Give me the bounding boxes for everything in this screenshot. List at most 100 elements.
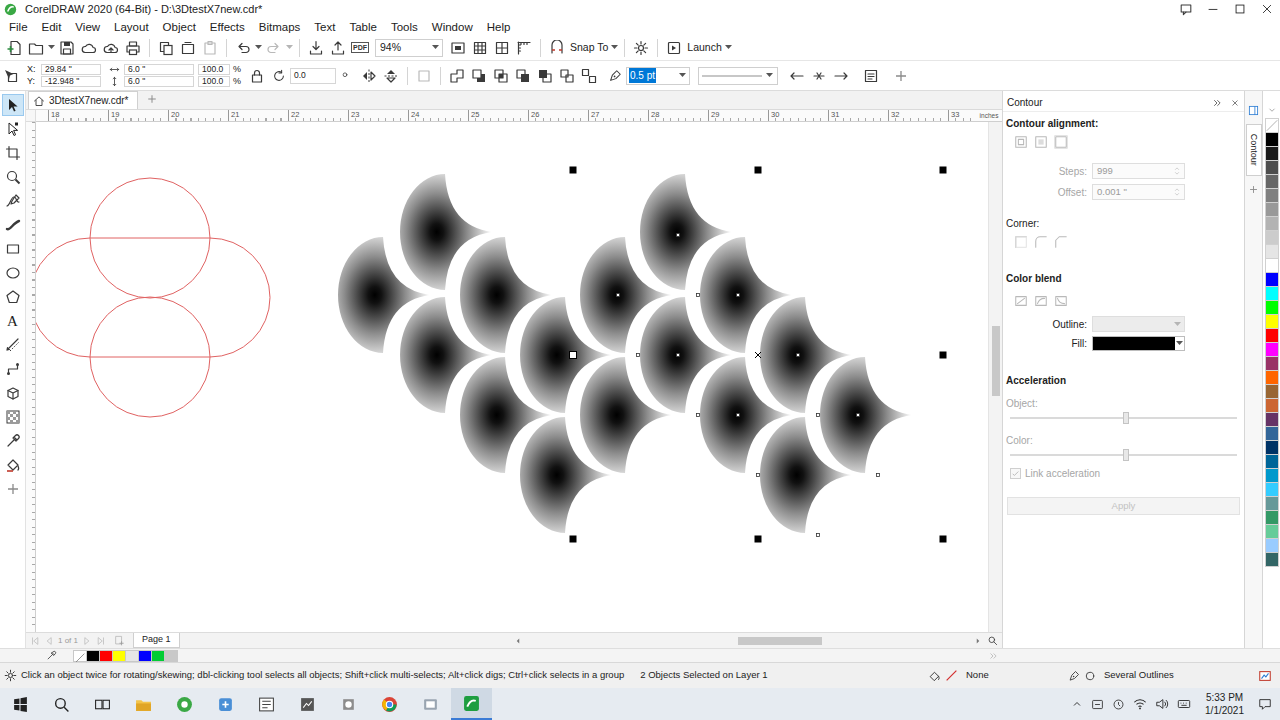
- color-swatch[interactable]: [112, 650, 126, 662]
- menu-item[interactable]: Window: [425, 19, 480, 35]
- document-grid-icon[interactable]: [491, 37, 513, 59]
- object-position-icon[interactable]: [3, 68, 19, 84]
- taskbar-app[interactable]: [328, 688, 369, 720]
- show-hidden-icon[interactable]: [1071, 698, 1083, 710]
- wifi-icon[interactable]: [1133, 697, 1147, 711]
- link-acceleration-checkbox[interactable]: [1010, 468, 1021, 479]
- dropdown-arrow-icon[interactable]: [431, 45, 440, 50]
- ruler-corner[interactable]: [26, 110, 36, 122]
- no-color-swatch[interactable]: [73, 650, 87, 662]
- dropdown-arrow-icon[interactable]: [765, 73, 774, 78]
- tool-button[interactable]: [2, 430, 24, 452]
- tool-button[interactable]: [2, 214, 24, 236]
- rulers-icon[interactable]: [513, 37, 535, 59]
- tool-button[interactable]: [2, 262, 24, 284]
- notifications-icon[interactable]: [1258, 697, 1272, 711]
- drawing-canvas[interactable]: [36, 122, 988, 632]
- color-swatch[interactable]: [125, 650, 139, 662]
- counterclockwise-blend-icon[interactable]: [1054, 294, 1068, 308]
- color-swatch[interactable]: [1265, 160, 1279, 175]
- first-page-icon[interactable]: [30, 636, 40, 646]
- keyboard-icon[interactable]: [1177, 697, 1191, 711]
- color-swatch[interactable]: [1265, 496, 1279, 511]
- tool-button[interactable]: [2, 382, 24, 404]
- clock[interactable]: 5:33 PM1/1/2021: [1199, 691, 1250, 717]
- color-swatch[interactable]: [1265, 538, 1279, 553]
- tool-button[interactable]: [2, 166, 24, 188]
- slider-thumb[interactable]: [1123, 449, 1129, 461]
- contour-inside-icon[interactable]: [1014, 135, 1028, 149]
- acceleration-slider[interactable]: [1010, 448, 1237, 462]
- vertical-ruler[interactable]: [26, 122, 36, 632]
- fill-color-dropdown[interactable]: [1092, 336, 1185, 351]
- menu-item[interactable]: Tools: [384, 19, 425, 35]
- color-swatch[interactable]: [1265, 314, 1279, 329]
- color-swatch[interactable]: [1265, 552, 1279, 567]
- tool-button[interactable]: [2, 190, 24, 212]
- taskbar-app[interactable]: [246, 688, 287, 720]
- color-swatch[interactable]: [1265, 286, 1279, 301]
- scroll-right-icon[interactable]: [973, 636, 983, 646]
- color-swatch[interactable]: [1265, 188, 1279, 203]
- wrap-text-icon[interactable]: [860, 65, 882, 87]
- color-swatch[interactable]: [151, 650, 165, 662]
- taskbar-app[interactable]: [205, 688, 246, 720]
- color-swatch[interactable]: [86, 650, 100, 662]
- no-color-swatch[interactable]: [1265, 118, 1279, 133]
- color-swatch[interactable]: [1265, 454, 1279, 469]
- next-page-icon[interactable]: [82, 636, 92, 646]
- object-origin-icon[interactable]: [413, 65, 435, 87]
- height-field[interactable]: 6.0 ": [124, 76, 194, 87]
- dropdown-arrow-icon[interactable]: [1173, 322, 1182, 327]
- color-swatch[interactable]: [1265, 216, 1279, 231]
- tool-button[interactable]: [2, 358, 24, 380]
- add-page-icon[interactable]: [114, 635, 125, 646]
- swap-arrowheads-icon[interactable]: [808, 65, 830, 87]
- import-icon[interactable]: [305, 37, 327, 59]
- color-swatch[interactable]: [1265, 258, 1279, 273]
- color-swatch[interactable]: [1265, 398, 1279, 413]
- menu-item[interactable]: Effects: [203, 19, 252, 35]
- spinner-icon[interactable]: [1172, 165, 1182, 177]
- snap-to-button[interactable]: Snap To: [568, 40, 610, 56]
- mitered-corners-icon[interactable]: [1014, 235, 1028, 249]
- full-screen-icon[interactable]: [447, 37, 469, 59]
- color-swatch[interactable]: [1265, 482, 1279, 497]
- tool-button[interactable]: [2, 478, 24, 500]
- back-minus-front-icon[interactable]: [556, 65, 578, 87]
- dropdown-arrow-icon[interactable]: [47, 45, 56, 50]
- taskbar-app[interactable]: [41, 688, 82, 720]
- status-options-gear-icon[interactable]: [4, 669, 17, 682]
- color-proofing-icon[interactable]: [1258, 669, 1272, 683]
- export-icon[interactable]: [327, 37, 349, 59]
- duplicate-icon[interactable]: [177, 37, 199, 59]
- color-swatch[interactable]: [1265, 356, 1279, 371]
- color-swatch[interactable]: [1265, 342, 1279, 357]
- tool-button[interactable]: [2, 94, 24, 116]
- scroll-thumb[interactable]: [992, 326, 1000, 396]
- color-swatch[interactable]: [1265, 244, 1279, 259]
- palette-more-icon[interactable]: [988, 651, 998, 661]
- contour-center-icon[interactable]: [1034, 135, 1048, 149]
- snap-icon[interactable]: [546, 37, 568, 59]
- search-content-icon[interactable]: [78, 37, 100, 59]
- color-swatch[interactable]: [1265, 174, 1279, 189]
- menu-item[interactable]: Edit: [35, 19, 69, 35]
- open-icon[interactable]: [25, 37, 47, 59]
- cloud-upload-icon[interactable]: [100, 37, 122, 59]
- y-field[interactable]: -12.948 ": [41, 76, 101, 87]
- new-document-icon[interactable]: [3, 37, 25, 59]
- palette-options-icon[interactable]: [1267, 105, 1277, 115]
- taskbar-app[interactable]: [410, 688, 451, 720]
- horizontal-scrollbar[interactable]: [513, 635, 983, 647]
- beveled-corners-icon[interactable]: [1054, 235, 1068, 249]
- publish-pdf-button[interactable]: PDF: [349, 37, 371, 59]
- color-swatch[interactable]: [1265, 370, 1279, 385]
- taskbar-app[interactable]: [164, 688, 205, 720]
- dropdown-arrow-icon[interactable]: [678, 73, 687, 78]
- redo-icon[interactable]: [263, 37, 285, 59]
- options-gear-icon[interactable]: [630, 37, 652, 59]
- mirror-vertical-icon[interactable]: [380, 65, 402, 87]
- lock-ratio-icon[interactable]: [246, 65, 268, 87]
- dropdown-arrow-icon[interactable]: [285, 45, 294, 50]
